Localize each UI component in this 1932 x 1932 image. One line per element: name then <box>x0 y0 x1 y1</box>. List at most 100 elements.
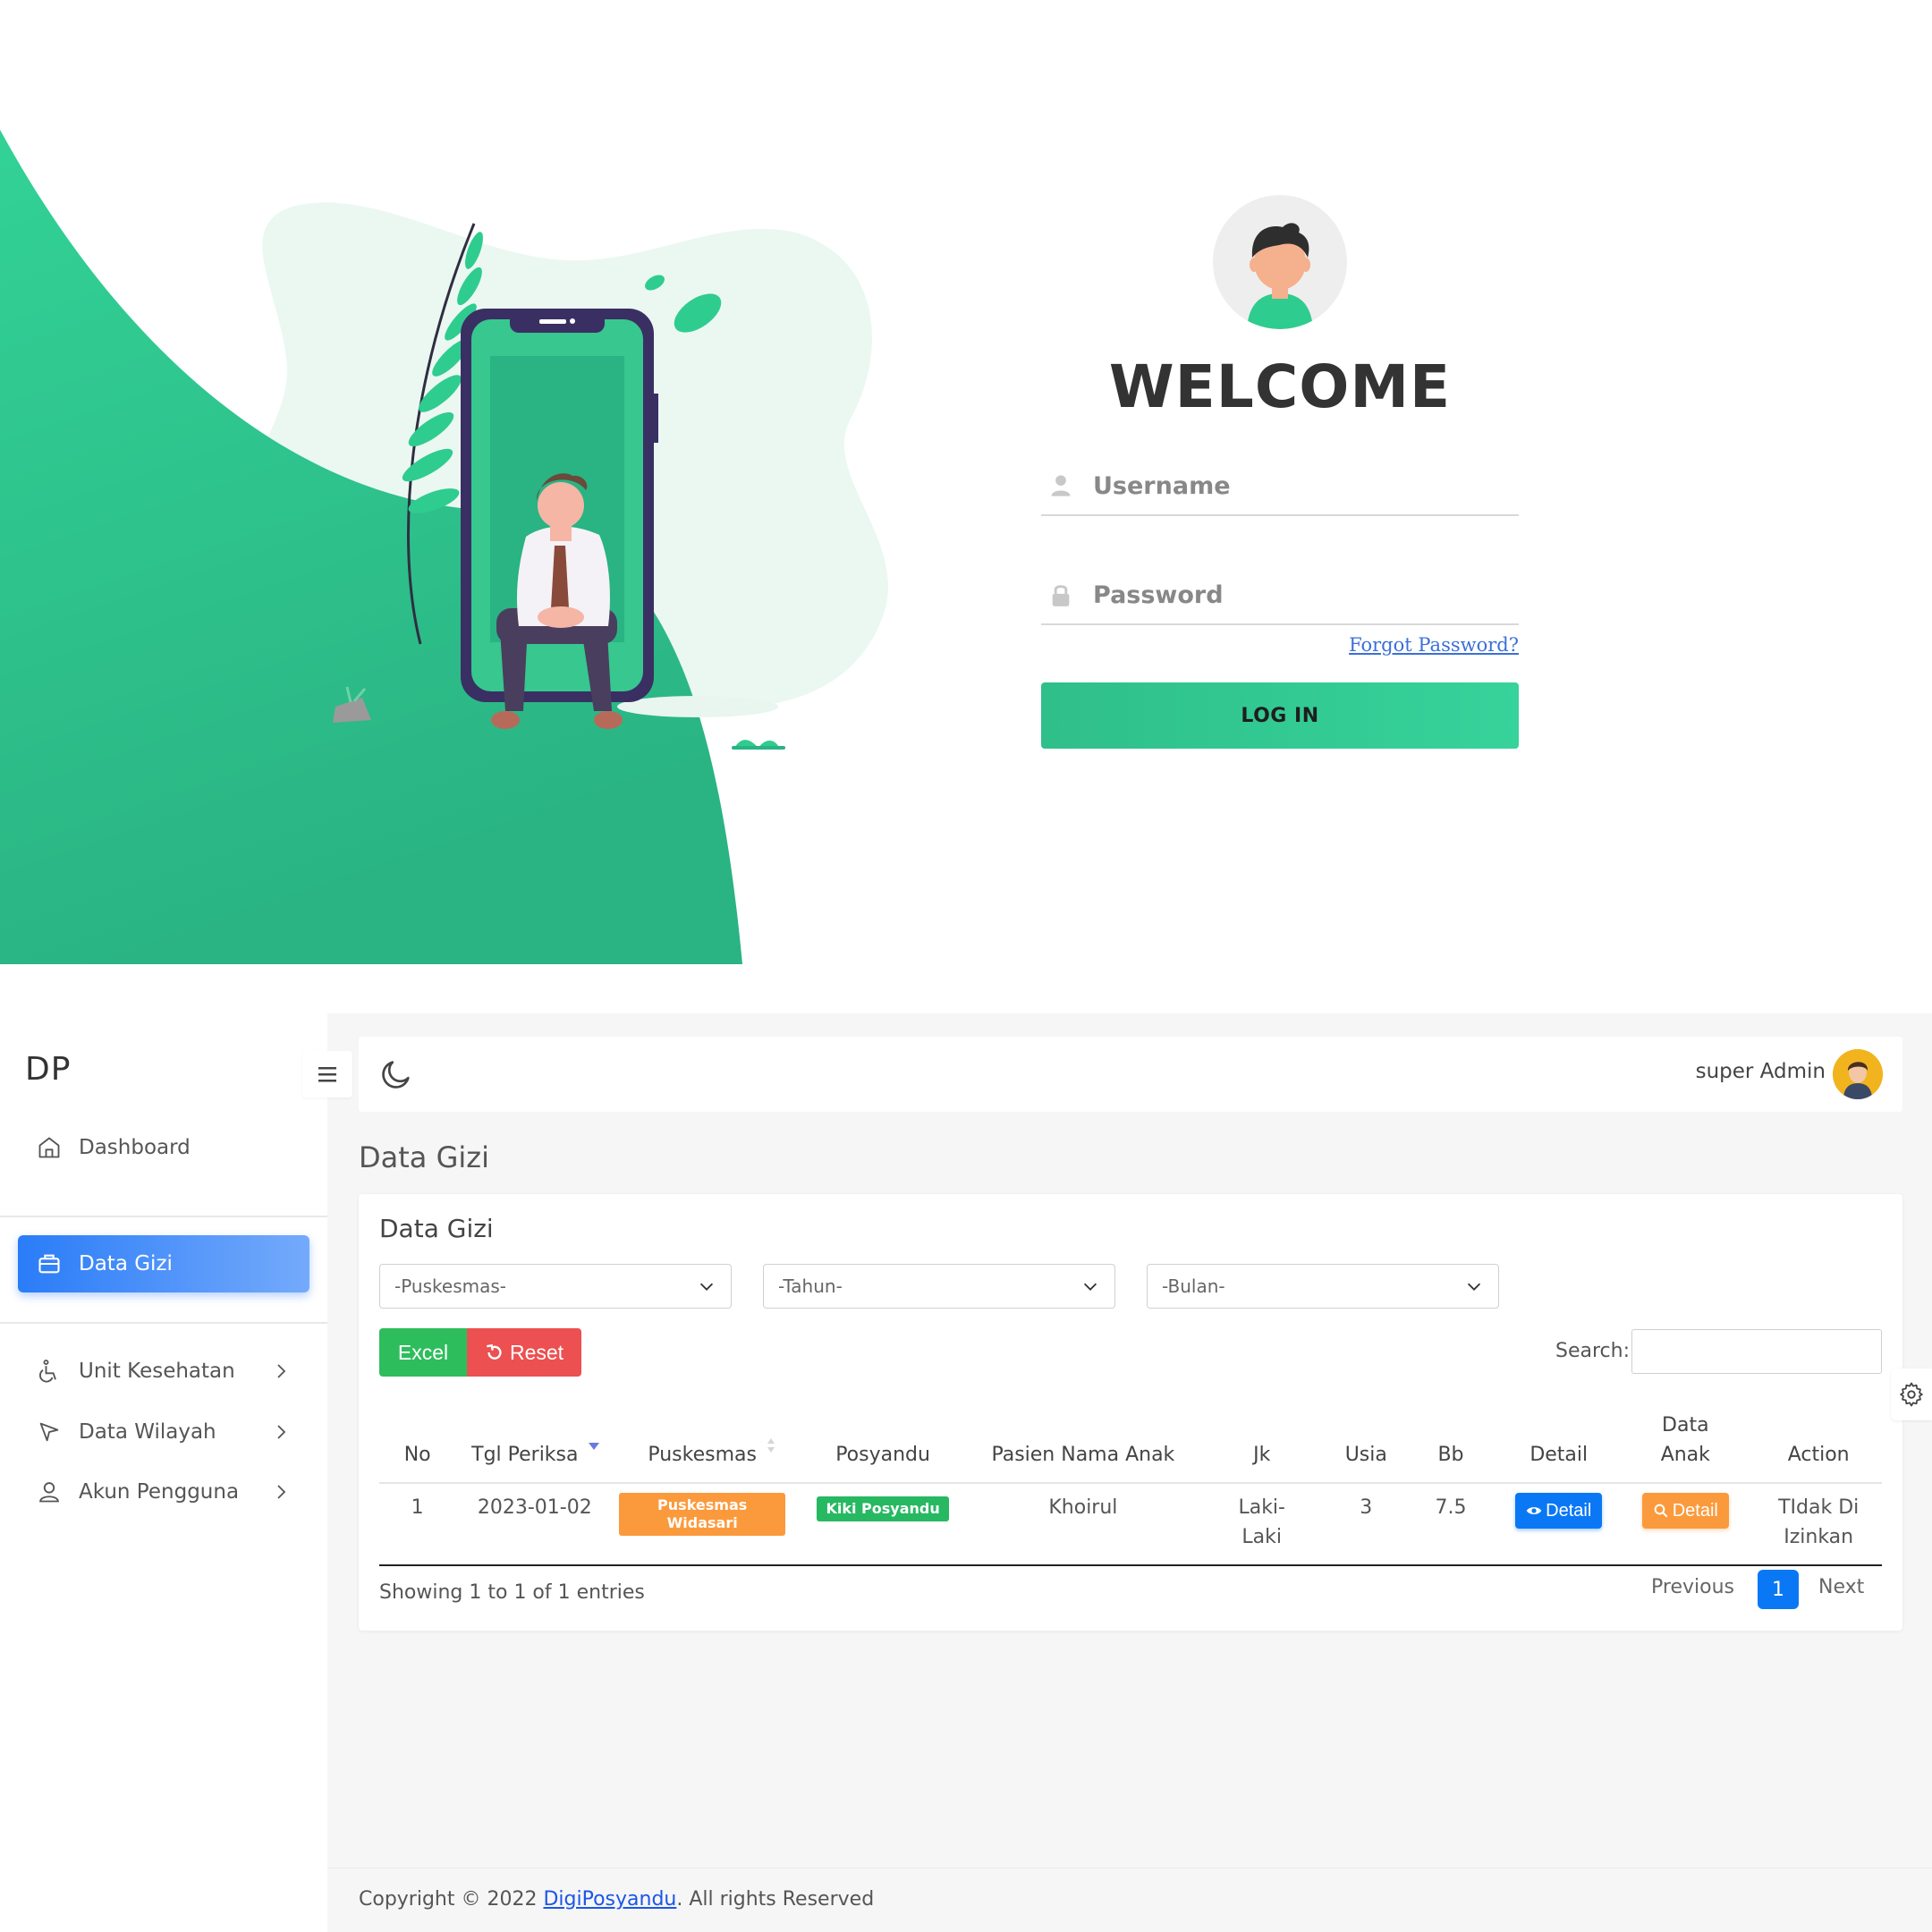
column-header-label: Puskesmas <box>648 1444 757 1466</box>
home-icon <box>36 1134 63 1161</box>
card-title: Data Gizi <box>379 1214 494 1243</box>
column-header-no[interactable]: No <box>379 1395 456 1484</box>
footer-suffix: . All rights Reserved <box>676 1888 875 1911</box>
ground-shadow <box>617 696 778 717</box>
table-info: Showing 1 to 1 of 1 entries <box>379 1581 645 1604</box>
username-input[interactable] <box>1093 471 1487 500</box>
search-icon <box>1654 1504 1668 1518</box>
pagination-previous[interactable]: Previous <box>1651 1576 1734 1598</box>
page-title: Data Gizi <box>359 1140 489 1174</box>
moon-icon[interactable] <box>378 1056 414 1092</box>
sidebar-item-data-gizi[interactable]: Data Gizi <box>18 1235 309 1292</box>
user-avatar-illustration <box>1213 195 1347 329</box>
sidebar-item-label: Akun Pengguna <box>79 1480 240 1504</box>
cell-nama-anak: Khoirul <box>975 1483 1191 1566</box>
forgot-password-link[interactable]: Forgot Password? <box>1041 634 1519 656</box>
password-field[interactable] <box>1041 566 1519 625</box>
chevron-right-icon <box>277 1364 286 1378</box>
wheelchair-icon <box>36 1358 63 1385</box>
column-header-bb[interactable]: Bb <box>1399 1395 1503 1484</box>
avatar-icon <box>1247 223 1313 329</box>
sort-descending-icon <box>589 1443 600 1450</box>
column-header-action[interactable]: Action <box>1755 1395 1882 1484</box>
data-card: Data Gizi -Puskesmas- -Tahun- -Bulan- Ex… <box>359 1194 1902 1631</box>
tahun-select[interactable]: -Tahun- <box>763 1264 1115 1309</box>
gear-icon <box>1900 1382 1923 1407</box>
welcome-heading: WELCOME <box>1108 352 1452 421</box>
cell-usia: 3 <box>1332 1483 1400 1566</box>
data-table: No Tgl Periksa Puskesmas Posyandu Pasien… <box>379 1395 1882 1566</box>
column-header-usia[interactable]: Usia <box>1332 1395 1400 1484</box>
reset-button[interactable]: Reset <box>467 1328 581 1377</box>
cell-tgl-periksa: 2023-01-02 <box>455 1483 614 1566</box>
chevron-right-icon <box>277 1425 286 1439</box>
hamburger-icon <box>318 1067 336 1082</box>
puskesmas-badge: Puskesmas Widasari <box>619 1493 786 1536</box>
login-form: WELCOME Forgot Password? LOG IN <box>1041 195 1519 749</box>
sidebar-item-dashboard[interactable]: Dashboard <box>18 1119 309 1176</box>
sidebar-item-label: Data Wilayah <box>79 1420 216 1444</box>
sidebar-item-label: Dashboard <box>79 1136 191 1159</box>
sidebar-item-label: Unit Kesehatan <box>79 1360 235 1383</box>
column-header-tgl-periksa[interactable]: Tgl Periksa <box>455 1395 614 1484</box>
phone-speaker <box>539 319 566 324</box>
login-button[interactable]: LOG IN <box>1041 682 1519 749</box>
cell-bb: 7.5 <box>1399 1483 1503 1566</box>
cell-detail: Detail <box>1502 1483 1616 1566</box>
detail-button-label: Detail <box>1546 1501 1592 1521</box>
sidebar-toggle-button[interactable] <box>302 1051 352 1097</box>
select-value: -Tahun- <box>778 1275 843 1297</box>
screenshot-root: WELCOME Forgot Password? LOG IN DP Dashb… <box>0 0 1932 1932</box>
cell-data-anak: Detail <box>1615 1483 1756 1566</box>
column-header-puskesmas[interactable]: Puskesmas <box>614 1395 792 1484</box>
chevron-down-icon <box>1467 1283 1481 1291</box>
sidebar-item-unit-kesehatan[interactable]: Unit Kesehatan <box>18 1343 309 1400</box>
data-anak-detail-button[interactable]: Detail <box>1641 1493 1729 1529</box>
password-input[interactable] <box>1093 580 1487 609</box>
cell-no: 1 <box>379 1483 456 1566</box>
user-name[interactable]: super Admin <box>1696 1060 1826 1083</box>
brand-logo[interactable]: DP <box>25 1051 71 1088</box>
cell-jk: Laki-Laki <box>1191 1483 1333 1566</box>
user-icon <box>1051 475 1071 496</box>
chevron-down-icon <box>1083 1283 1097 1291</box>
sort-icon <box>767 1438 775 1453</box>
column-header-pasien-nama-anak[interactable]: Pasien Nama Anak <box>975 1395 1191 1484</box>
bulan-select[interactable]: -Bulan- <box>1147 1264 1499 1309</box>
settings-button[interactable] <box>1891 1368 1932 1420</box>
detail-button[interactable]: Detail <box>1515 1493 1603 1529</box>
column-header-posyandu[interactable]: Posyandu <box>791 1395 976 1484</box>
user-avatar-icon <box>1833 1049 1883 1099</box>
footer-copyright: Copyright © 2022 <box>359 1888 544 1911</box>
avatar[interactable] <box>1833 1049 1883 1099</box>
cell-posyandu: Kiki Posyandu <box>791 1483 976 1566</box>
navigation-icon <box>36 1419 63 1445</box>
undo-icon <box>487 1343 502 1360</box>
footer: Copyright © 2022 DigiPosyandu. All right… <box>359 1888 874 1911</box>
puskesmas-select[interactable]: -Puskesmas- <box>379 1264 732 1309</box>
chevron-down-icon <box>699 1283 714 1291</box>
lock-icon <box>1052 585 1070 606</box>
user-icon <box>36 1479 63 1505</box>
sidebar-item-akun-pengguna[interactable]: Akun Pengguna <box>18 1463 309 1521</box>
pagination-next[interactable]: Next <box>1818 1576 1864 1598</box>
sidebar-item-data-wilayah[interactable]: Data Wilayah <box>18 1403 309 1461</box>
search-input[interactable] <box>1631 1329 1882 1374</box>
chevron-right-icon <box>277 1485 286 1499</box>
footer-link[interactable]: DigiPosyandu <box>543 1888 676 1911</box>
phone-camera <box>570 318 575 324</box>
column-header-label: Tgl Periksa <box>471 1444 579 1466</box>
search-label: Search: <box>1555 1340 1630 1362</box>
column-header-data-anak[interactable]: Data Anak <box>1615 1395 1756 1484</box>
excel-button[interactable]: Excel <box>379 1328 467 1377</box>
pagination-page-1[interactable]: 1 <box>1758 1570 1799 1609</box>
select-value: -Puskesmas- <box>394 1275 506 1297</box>
cell-puskesmas: Puskesmas Widasari <box>614 1483 792 1566</box>
sidebar: DP Dashboard Data Gizi Unit Kesehatan Da… <box>0 1013 327 1932</box>
column-header-detail[interactable]: Detail <box>1502 1395 1616 1484</box>
column-header-jk[interactable]: Jk <box>1191 1395 1333 1484</box>
login-illustration <box>0 130 888 964</box>
data-anak-button-label: Detail <box>1672 1501 1718 1521</box>
cell-action: TIdak Di Izinkan <box>1755 1483 1882 1566</box>
username-field[interactable] <box>1041 457 1519 516</box>
